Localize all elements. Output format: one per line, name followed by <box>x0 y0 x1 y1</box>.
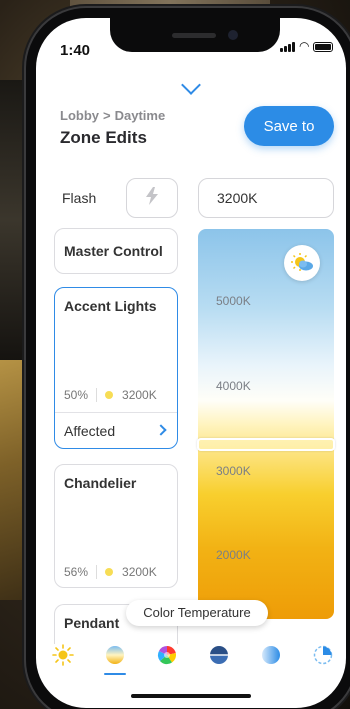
color-wheel-icon[interactable] <box>156 644 178 666</box>
saturation-icon[interactable] <box>260 644 282 666</box>
wifi-icon: ◠ <box>299 39 310 53</box>
selected-indicator <box>104 673 126 675</box>
zone-brightness: 56% <box>64 565 89 579</box>
zone-temperature: 3200K <box>122 565 157 579</box>
bottom-toolbar <box>36 630 346 680</box>
app-screen: 1:40 ◠ Lobby > Daytime Zone Edits Save to … <box>36 18 346 708</box>
color-temperature-icon[interactable] <box>104 644 126 666</box>
weather-icon[interactable] <box>284 245 320 281</box>
chevron-down-icon[interactable] <box>181 75 201 95</box>
camera <box>228 30 238 40</box>
status-icons: ◠ <box>280 39 334 53</box>
signal-icon <box>280 42 295 52</box>
zone-card-chandelier[interactable]: Chandelier 56% 3200K <box>54 464 178 588</box>
status-time: 1:40 <box>60 42 91 59</box>
zone-card-master-control[interactable]: Master Control <box>54 228 178 274</box>
scene-icon[interactable] <box>208 644 230 666</box>
temperature-input[interactable]: 3200K <box>198 178 334 218</box>
breadcrumb-daytime[interactable]: Daytime <box>115 108 166 123</box>
tick-label: 4000K <box>216 379 251 393</box>
zone-name: Chandelier <box>64 475 137 491</box>
breadcrumb-lobby[interactable]: Lobby <box>60 108 99 123</box>
zone-name: Accent Lights <box>64 298 157 314</box>
temperature-dot-icon <box>105 568 114 576</box>
tick-label: 3000K <box>216 464 251 478</box>
page-title: Zone Edits <box>60 128 147 147</box>
zone-meta: 50% 3200K <box>64 388 157 402</box>
lightning-icon <box>145 186 159 210</box>
notch <box>110 18 280 52</box>
timer-icon[interactable] <box>312 644 334 666</box>
zone-meta: 56% 3200K <box>64 565 157 579</box>
save-button[interactable]: Save to <box>244 106 334 146</box>
affected-label[interactable]: Affected <box>64 423 115 439</box>
chevron-right-icon[interactable] <box>155 424 167 436</box>
flash-button[interactable] <box>126 178 178 218</box>
breadcrumb: Lobby > Daytime <box>60 108 165 123</box>
zone-brightness: 50% <box>64 388 89 402</box>
temperature-dot-icon <box>105 391 114 399</box>
speaker <box>172 33 216 38</box>
divider <box>55 412 177 413</box>
brightness-icon[interactable] <box>52 644 74 666</box>
battery-icon <box>313 42 334 52</box>
home-indicator <box>131 694 251 698</box>
zone-name: Master Control <box>64 243 163 259</box>
tick-label: 5000K <box>216 294 251 308</box>
tick-label: 2000K <box>216 548 251 562</box>
divider <box>96 565 98 579</box>
color-temperature-slider[interactable]: 5000K 4000K 3000K 2000K <box>197 229 335 619</box>
zone-card-accent-lights[interactable]: Accent Lights 50% 3200K Affected <box>54 287 178 449</box>
slider-thumb[interactable] <box>197 438 335 451</box>
breadcrumb-separator: > <box>103 108 111 123</box>
zone-temperature: 3200K <box>122 388 157 402</box>
phone-frame: 1:40 ◠ Lobby > Daytime Zone Edits Save to … <box>26 8 350 709</box>
flash-label: Flash <box>62 190 97 206</box>
tooltip: Color Temperature <box>126 600 268 626</box>
divider <box>96 388 98 402</box>
zone-name: Pendant <box>64 615 120 631</box>
